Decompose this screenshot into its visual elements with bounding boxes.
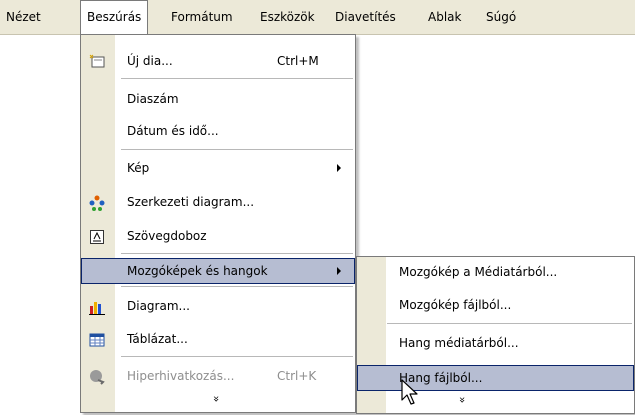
submenu-item-sound-file[interactable]: Hang fájlból...	[357, 365, 634, 391]
submenu-item-movie-gallery[interactable]: Mozgókép a Médiatárból...	[357, 259, 634, 285]
menu-slideshow[interactable]: Diavetítés	[329, 0, 402, 34]
table-icon	[89, 331, 105, 347]
org-chart-icon	[89, 194, 105, 211]
menu-item-slide-number[interactable]: Diaszám	[81, 86, 355, 112]
menu-bar: Nézet Beszúrás Formátum Eszközök Diavetí…	[0, 0, 635, 35]
expand-menu-icon[interactable]: »	[207, 384, 225, 414]
submenu-item-movie-file[interactable]: Mozgókép fájlból...	[357, 292, 634, 318]
hyperlink-icon	[89, 368, 105, 385]
menu-item-table[interactable]: Táblázat...	[81, 326, 355, 352]
submenu-arrow-icon	[337, 267, 341, 275]
submenu-arrow-icon	[337, 164, 341, 172]
movies-sounds-submenu: Mozgókép a Médiatárból... Mozgókép fájlb…	[356, 256, 635, 414]
menu-item-date-time[interactable]: Dátum és idő...	[81, 118, 355, 144]
separator	[121, 149, 353, 150]
separator	[121, 286, 353, 287]
menu-item-org-chart[interactable]: Szerkezeti diagram...	[81, 189, 355, 215]
menu-item-movies-sounds[interactable]: Mozgóképek és hangok	[81, 258, 355, 284]
menu-item-chart[interactable]: Diagram...	[81, 293, 355, 319]
text-box-icon	[89, 228, 105, 244]
menu-view[interactable]: Nézet	[0, 0, 47, 34]
submenu-item-sound-gallery[interactable]: Hang médiatárból...	[357, 330, 634, 356]
separator	[121, 356, 353, 357]
expand-submenu-icon[interactable]: »	[453, 385, 471, 415]
insert-menu: Új dia... Ctrl+M Diaszám Dátum és idő...…	[80, 34, 356, 413]
new-slide-icon	[89, 53, 105, 69]
separator	[121, 253, 353, 254]
menu-item-text-box[interactable]: Szövegdoboz	[81, 223, 355, 249]
menu-item-new-slide[interactable]: Új dia... Ctrl+M	[81, 48, 355, 74]
mouse-pointer-icon	[400, 378, 420, 409]
separator	[387, 323, 632, 324]
menu-insert[interactable]: Beszúrás	[80, 0, 149, 35]
menu-tools[interactable]: Eszközök	[254, 0, 321, 34]
menu-help[interactable]: Súgó	[480, 0, 522, 34]
menu-window[interactable]: Ablak	[422, 0, 467, 34]
separator	[121, 78, 353, 79]
menu-format[interactable]: Formátum	[165, 0, 239, 34]
chart-icon	[89, 298, 105, 315]
menu-item-picture[interactable]: Kép	[81, 155, 355, 181]
